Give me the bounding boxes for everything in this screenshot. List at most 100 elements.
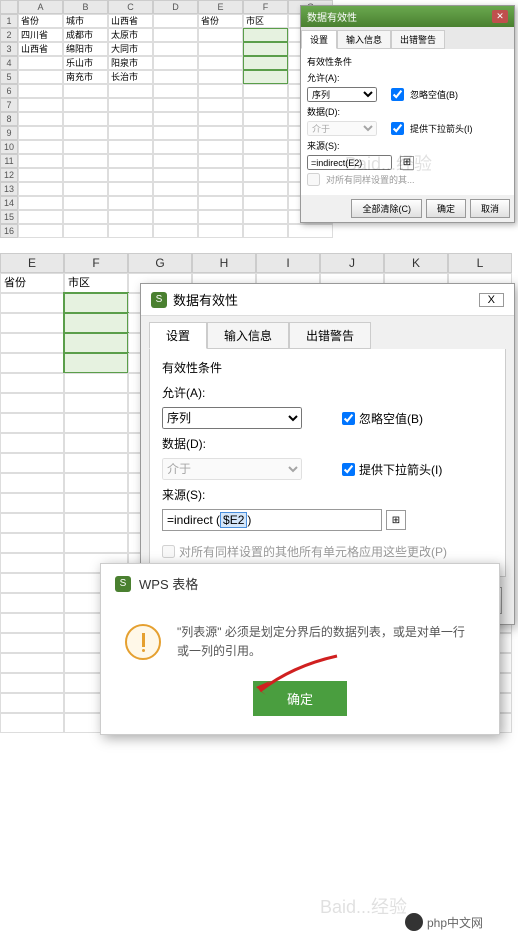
cell[interactable]	[0, 533, 64, 553]
cell[interactable]	[243, 224, 288, 238]
dialog-titlebar[interactable]: 数据有效性 ✕	[301, 6, 514, 27]
col-header[interactable]: L	[448, 253, 512, 273]
cell[interactable]	[243, 154, 288, 168]
cell[interactable]: 南充市	[63, 70, 108, 84]
cell[interactable]	[243, 42, 288, 56]
cell[interactable]	[108, 182, 153, 196]
row-header[interactable]: 6	[0, 84, 18, 98]
cell[interactable]	[0, 633, 64, 653]
cell[interactable]	[0, 513, 64, 533]
ref-picker-icon[interactable]: ⊞	[386, 510, 406, 530]
cell[interactable]	[0, 493, 64, 513]
cell[interactable]	[64, 433, 128, 453]
cell[interactable]	[0, 613, 64, 633]
ok-button[interactable]: 确定	[426, 199, 466, 218]
cell[interactable]	[64, 373, 128, 393]
cell[interactable]	[18, 154, 63, 168]
cell[interactable]	[18, 84, 63, 98]
cell[interactable]	[64, 333, 128, 353]
cell[interactable]	[153, 224, 198, 238]
allow-select[interactable]: 序列	[307, 87, 377, 102]
ignore-blank-checkbox[interactable]	[391, 88, 404, 101]
row-header[interactable]: 5	[0, 70, 18, 84]
cell[interactable]	[64, 313, 128, 333]
cell[interactable]	[64, 493, 128, 513]
cell[interactable]	[64, 393, 128, 413]
tab-input-msg[interactable]: 输入信息	[337, 30, 391, 49]
cell[interactable]	[153, 210, 198, 224]
dropdown-checkbox[interactable]	[342, 463, 355, 476]
allow-select[interactable]: 序列	[162, 407, 302, 429]
cell[interactable]: 省份	[0, 273, 64, 293]
cell[interactable]	[153, 42, 198, 56]
cell[interactable]	[198, 196, 243, 210]
ref-picker-icon[interactable]: ⊞	[400, 156, 414, 170]
col-header[interactable]: I	[256, 253, 320, 273]
cell[interactable]	[0, 453, 64, 473]
tab-error-alert[interactable]: 出错警告	[289, 322, 371, 349]
cell[interactable]	[0, 593, 64, 613]
cell[interactable]	[243, 168, 288, 182]
col-header[interactable]: J	[320, 253, 384, 273]
cell[interactable]: 太原市	[108, 28, 153, 42]
cell[interactable]	[18, 126, 63, 140]
cell[interactable]	[108, 126, 153, 140]
cell[interactable]	[64, 473, 128, 493]
cell[interactable]	[243, 126, 288, 140]
dialog-titlebar[interactable]: S数据有效性 X	[141, 284, 514, 316]
cell[interactable]	[0, 413, 64, 433]
dropdown-checkbox[interactable]	[391, 122, 404, 135]
cell[interactable]	[0, 713, 64, 733]
ignore-blank-checkbox[interactable]	[342, 412, 355, 425]
cell[interactable]	[153, 84, 198, 98]
cell[interactable]	[18, 196, 63, 210]
corner-cell[interactable]	[0, 0, 18, 14]
cell[interactable]	[153, 154, 198, 168]
cell[interactable]	[243, 210, 288, 224]
cell[interactable]	[198, 84, 243, 98]
row-header[interactable]: 4	[0, 56, 18, 70]
row-header[interactable]: 15	[0, 210, 18, 224]
cell[interactable]	[243, 196, 288, 210]
cell[interactable]	[153, 70, 198, 84]
cell[interactable]: 绵阳市	[63, 42, 108, 56]
cell[interactable]	[108, 168, 153, 182]
cell[interactable]	[63, 126, 108, 140]
cell[interactable]	[63, 98, 108, 112]
cell[interactable]	[198, 70, 243, 84]
col-header[interactable]: F	[243, 0, 288, 14]
cell[interactable]	[153, 98, 198, 112]
cell[interactable]	[108, 112, 153, 126]
row-header[interactable]: 2	[0, 28, 18, 42]
row-header[interactable]: 8	[0, 112, 18, 126]
cell[interactable]	[198, 224, 243, 238]
tab-input-msg[interactable]: 输入信息	[207, 322, 289, 349]
cell[interactable]	[18, 210, 63, 224]
tab-settings[interactable]: 设置	[149, 322, 207, 349]
col-header[interactable]: K	[384, 253, 448, 273]
cell[interactable]	[108, 210, 153, 224]
row-header[interactable]: 1	[0, 14, 18, 28]
cell[interactable]	[243, 182, 288, 196]
row-header[interactable]: 12	[0, 168, 18, 182]
cell[interactable]: 城市	[63, 14, 108, 28]
col-header[interactable]: C	[108, 0, 153, 14]
cell[interactable]: 阳泉市	[108, 56, 153, 70]
cell[interactable]	[198, 112, 243, 126]
cell[interactable]: 市区	[243, 14, 288, 28]
cell[interactable]	[18, 168, 63, 182]
cell[interactable]: 市区	[64, 273, 128, 293]
cell[interactable]	[243, 28, 288, 42]
row-header[interactable]: 9	[0, 126, 18, 140]
cell[interactable]	[108, 140, 153, 154]
cell[interactable]	[63, 182, 108, 196]
cell[interactable]	[153, 28, 198, 42]
cell[interactable]	[64, 533, 128, 553]
row-header[interactable]: 13	[0, 182, 18, 196]
cell[interactable]	[63, 140, 108, 154]
close-button[interactable]: X	[479, 293, 504, 307]
cell[interactable]	[0, 553, 64, 573]
cell[interactable]	[0, 653, 64, 673]
cell[interactable]: 山西省	[108, 14, 153, 28]
cell[interactable]	[64, 413, 128, 433]
